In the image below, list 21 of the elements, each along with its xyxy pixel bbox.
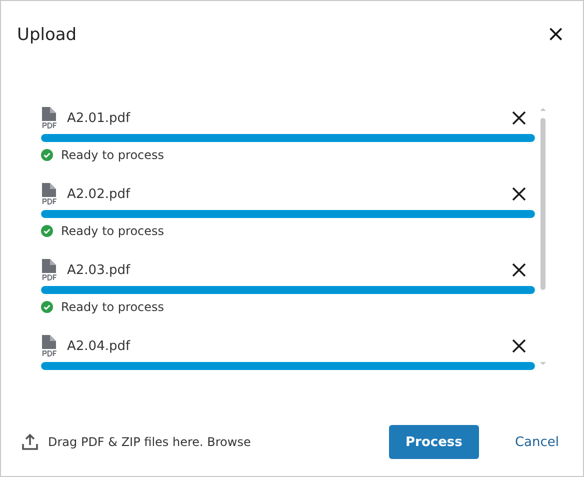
remove-icon[interactable]	[512, 263, 526, 277]
file-name: A2.04.pdf	[67, 338, 132, 354]
cancel-button[interactable]: Cancel	[514, 434, 559, 450]
drop-hint: Drag PDF & ZIP files here. Browse	[48, 435, 251, 449]
file-name: A2.01.pdf	[67, 110, 132, 126]
check-icon	[41, 225, 53, 237]
remove-icon[interactable]	[512, 111, 526, 125]
remove-icon[interactable]	[512, 187, 526, 201]
file-name: A2.03.pdf	[67, 262, 132, 278]
scrollbar[interactable]	[539, 106, 547, 368]
file-name: A2.02.pdf	[67, 186, 132, 202]
remove-icon[interactable]	[512, 339, 526, 353]
status-text: Ready to process	[61, 148, 164, 162]
dialog-title: Upload	[17, 25, 77, 45]
close-button[interactable]: ×	[542, 24, 569, 46]
upload-icon[interactable]	[21, 433, 39, 451]
check-icon	[41, 149, 53, 161]
process-button[interactable]: Process	[388, 425, 479, 459]
status-text: Ready to process	[61, 300, 164, 314]
check-icon	[41, 301, 53, 313]
status-text: Ready to process	[61, 224, 164, 238]
